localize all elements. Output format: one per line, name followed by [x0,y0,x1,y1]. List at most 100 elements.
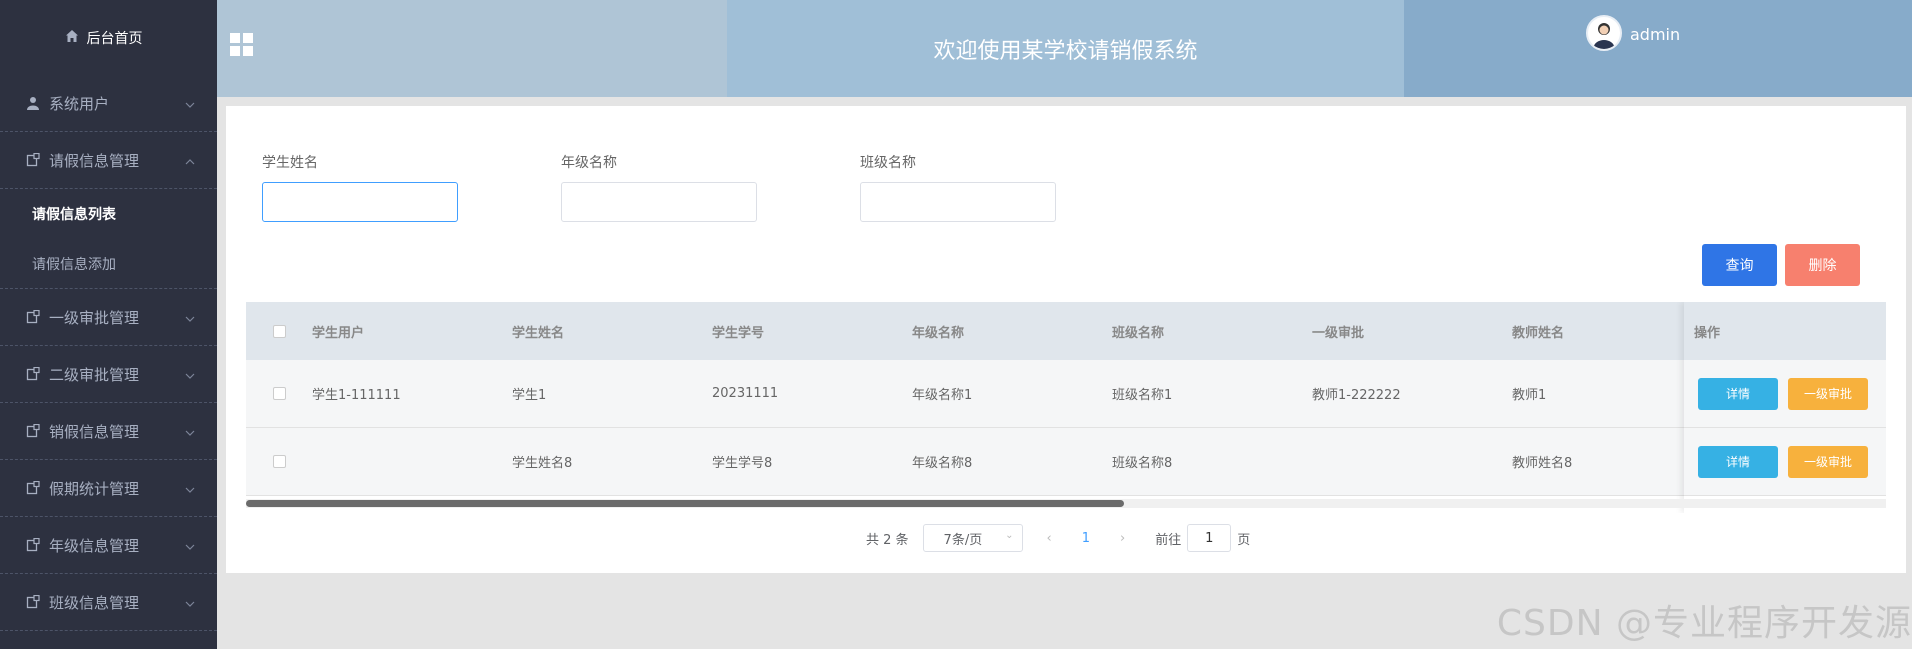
column-header: 教师姓名 [1512,325,1565,341]
table-cell: 学生1 [512,388,547,403]
user-icon [24,94,42,112]
horizontal-scrollbar[interactable] [246,499,1886,508]
chevron-up-icon [185,151,195,169]
sidebar-item[interactable]: 假期统计管理 [0,460,217,517]
grade-name-input[interactable] [561,182,757,222]
main-card: 学生姓名 年级名称 班级名称 查询 删除 学生用户 学生姓名 学生学号 年级名称 班级名… [226,106,1906,573]
op-row: 详情 一级审批 [1684,360,1886,428]
goto-prefix: 前往 [1155,532,1182,548]
sidebar-item[interactable]: 请假信息管理 [0,132,217,189]
sidebar-item-label: 一级审批管理 [49,308,140,327]
prev-page-icon[interactable]: ‹ [1047,531,1052,546]
op-header: 操作 [1684,302,1886,360]
checkbox-cell [246,302,312,360]
column-header: 学生用户 [312,325,365,341]
class-name-input[interactable] [860,182,1056,222]
student-name-label: 学生姓名 [262,155,318,171]
doc-icon [24,308,42,326]
column-header: 班级名称 [1112,325,1165,341]
op-row: 详情 一级审批 [1684,428,1886,496]
operations-column: 操作 详情 一级审批 详情 一级审批 [1684,302,1886,513]
row-checkbox[interactable] [272,455,286,468]
table-row[interactable]: 学生1-111111 学生1 20231111 年级名称1 班级名称1 教师1-22222… [246,360,1886,428]
doc-icon [24,479,42,497]
row-checkbox[interactable] [272,387,286,400]
topbar: 欢迎使用某学校请销假系统 admin [217,0,1912,97]
table-cell: 学生姓名8 [512,456,573,471]
sidebar-home-label: 后台首页 [86,30,143,47]
chevron-down-icon: ⌄ [1005,530,1014,541]
next-page-icon[interactable]: › [1120,531,1125,546]
pagination: 共 2 条 7条/页 ⌄ ‹ 1 › 前往 1 页 [866,524,1250,552]
goto-suffix: 页 [1237,532,1251,548]
column-header: 年级名称 [912,325,965,341]
table-cell: 教师1-222222 [1312,388,1401,403]
table-cell: 年级名称8 [912,456,973,471]
avatar[interactable] [1586,15,1622,51]
sidebar-subitem[interactable]: 请假信息添加 [0,239,217,289]
doc-icon [24,593,42,611]
column-header: 学生姓名 [512,325,565,341]
chevron-down-icon [185,365,195,383]
sidebar-item[interactable]: 一级审批管理 [0,289,217,346]
detail-button[interactable]: 详情 [1698,377,1778,410]
class-name-label: 班级名称 [860,155,916,171]
doc-icon [24,151,42,169]
watermark: CSDN @专业程序开发源 [1496,603,1912,644]
table-cell: 学生1-111111 [312,388,401,403]
page-number[interactable]: 1 [1082,531,1090,546]
table-cell: 教师1 [1512,388,1547,403]
table-cell: 班级名称8 [1112,456,1173,471]
sidebar-item[interactable]: 班级信息管理 [0,574,217,631]
doc-icon [24,422,42,440]
first-approval-button[interactable]: 一级审批 [1788,377,1868,410]
row-checkbox[interactable] [272,324,286,338]
scrollbar-thumb[interactable] [246,500,1124,507]
page-size-value: 7条/页 [943,532,983,548]
table-cell: 班级名称1 [1112,388,1173,403]
total-count: 共 2 条 [866,532,909,548]
chevron-down-icon [185,308,195,326]
doc-icon [24,365,42,383]
table-row[interactable]: 学生姓名8 学生学号8 年级名称8 班级名称8 教师姓名8 [246,428,1886,496]
user-name[interactable]: admin [1630,25,1680,44]
sidebar-item-label: 年级信息管理 [49,536,140,555]
table-header: 学生用户 学生姓名 学生学号 年级名称 班级名称 一级审批 教师姓名 [246,302,1886,360]
page-title: 欢迎使用某学校请销假系统 [727,0,1404,97]
page-size-select[interactable]: 7条/页 ⌄ [922,524,1023,552]
sidebar-home[interactable]: 后台首页 [0,0,217,75]
sidebar-item[interactable]: 年级信息管理 [0,517,217,574]
topbar-left [217,0,727,97]
sidebar-item-label: 二级审批管理 [49,365,140,384]
delete-button[interactable]: 删除 [1785,244,1860,286]
topbar-right: admin [1404,0,1912,97]
table-cell: 教师姓名8 [1512,456,1573,471]
sidebar-item-label: 假期统计管理 [49,479,140,498]
student-name-input[interactable] [262,182,458,222]
doc-icon [24,536,42,554]
table-cell: 学生学号8 [712,456,773,471]
sidebar-item-label: 系统用户 [49,94,110,113]
sidebar: 后台首页 系统用户请假信息管理请假信息列表 请假信息添加一级审批管理 二级审批管理销… [0,0,217,649]
column-header: 一级审批 [1312,325,1365,341]
grade-name-label: 年级名称 [561,155,617,171]
home-icon [65,29,79,47]
sidebar-item[interactable]: 系统用户 [0,75,217,132]
goto-page-input[interactable]: 1 [1187,524,1232,552]
table-cell [312,428,512,495]
data-table: 学生用户 学生姓名 学生学号 年级名称 班级名称 一级审批 教师姓名 学生1-111111 学… [246,302,1886,513]
table-cell: 20231111 [712,386,779,401]
sidebar-item[interactable]: 销假信息管理 [0,403,217,460]
chevron-down-icon [185,536,195,554]
sidebar-item-label: 请假信息管理 [49,151,140,170]
chevron-down-icon [185,422,195,440]
checkbox-cell [246,360,312,427]
detail-button[interactable]: 详情 [1698,445,1778,478]
menu-grid-icon[interactable] [230,33,253,56]
query-button[interactable]: 查询 [1702,244,1777,286]
chevron-down-icon [185,94,195,112]
sidebar-subitem[interactable]: 请假信息列表 [0,189,217,239]
sidebar-item[interactable]: 二级审批管理 [0,346,217,403]
checkbox-cell [246,428,312,495]
first-approval-button[interactable]: 一级审批 [1788,445,1868,478]
